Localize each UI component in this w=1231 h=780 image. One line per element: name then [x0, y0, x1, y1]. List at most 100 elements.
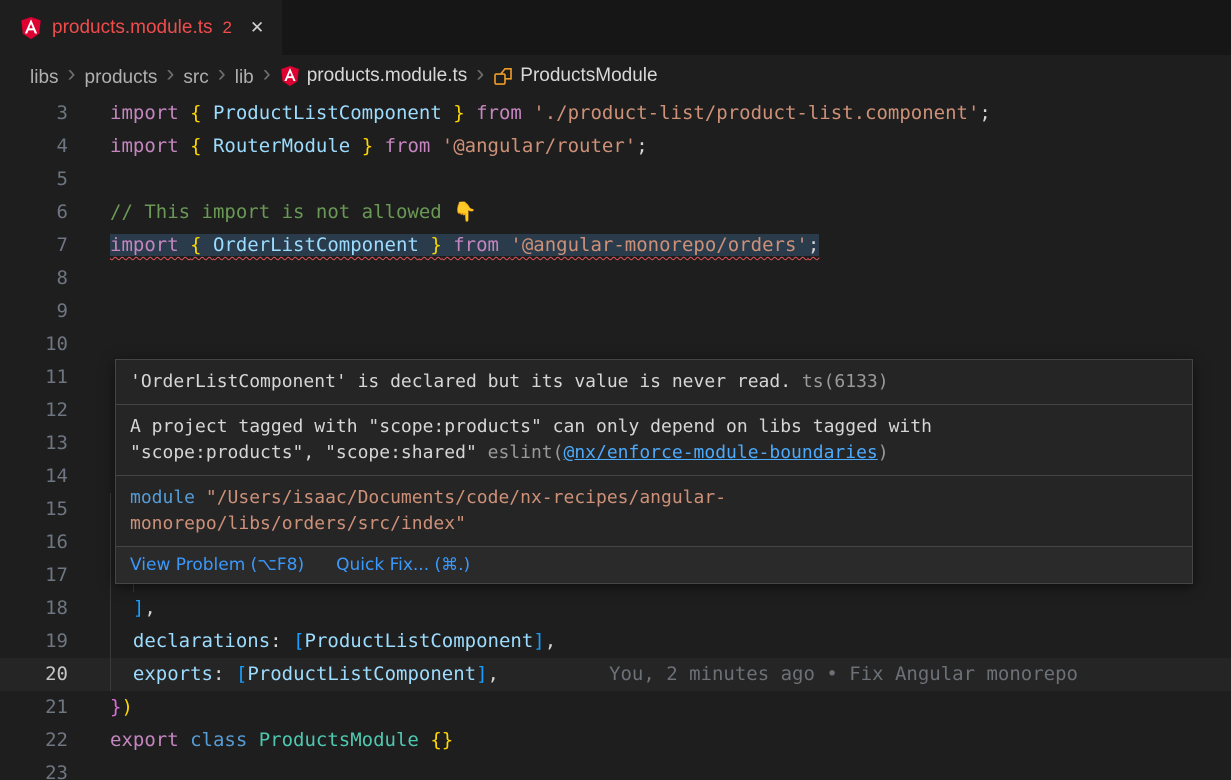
code-line[interactable]: 18 ],	[0, 592, 1231, 625]
line-number[interactable]: 21	[0, 691, 68, 724]
close-icon[interactable]: ✕	[250, 18, 264, 38]
code-line[interactable]: 19 declarations: [ProductListComponent],	[0, 625, 1231, 658]
code-token: // This import is not allowed	[110, 201, 453, 223]
editor: 3 import { ProductListComponent } from '.…	[0, 97, 1231, 780]
line-number[interactable]: 9	[0, 295, 68, 328]
line-number[interactable]: 3	[0, 97, 68, 130]
code-token: ProductListComponent	[247, 663, 476, 685]
code-token: class	[190, 729, 259, 751]
code-token: ,	[488, 663, 499, 685]
code-token: from	[465, 102, 534, 124]
hover-message: 'OrderListComponent' is declared but its…	[116, 360, 1192, 404]
code-token: import	[110, 135, 190, 157]
line-number[interactable]: 5	[0, 163, 68, 196]
view-problem-button[interactable]: View Problem (⌥F8)	[130, 555, 304, 575]
breadcrumb-item-products[interactable]: products	[85, 67, 158, 89]
code-line[interactable]: 21})	[0, 691, 1231, 724]
code-token: {	[190, 234, 213, 256]
code-token: RouterModule	[213, 135, 350, 157]
line-number[interactable]: 18	[0, 592, 68, 625]
breadcrumb: libs›products›src›lib› products.module.t…	[0, 55, 1231, 97]
code-line[interactable]: 7 import { OrderListComponent } from '@an…	[0, 229, 1231, 262]
hover-message: A project tagged with "scope:products" c…	[116, 404, 1192, 475]
line-number[interactable]: 4	[0, 130, 68, 163]
code-content	[110, 295, 1231, 328]
code-token: from	[373, 135, 442, 157]
indent-guide	[110, 658, 111, 691]
hover-token: ts(6133)	[791, 371, 889, 392]
line-number[interactable]: 23	[0, 757, 68, 780]
hover-token: eslint(	[488, 442, 564, 463]
code-text: // This import is not allowed 👇	[110, 201, 477, 223]
breadcrumb-item-symbol[interactable]: ProductsModule	[493, 65, 657, 87]
hover-message-line: "scope:products", "scope:shared" eslint(…	[130, 440, 1178, 466]
line-number[interactable]: 16	[0, 526, 68, 559]
chevron-right-icon: ›	[166, 60, 174, 87]
line-number[interactable]: 19	[0, 625, 68, 658]
code-token: import	[110, 102, 190, 124]
code-line[interactable]: 9	[0, 295, 1231, 328]
code-content: declarations: [ProductListComponent],	[110, 625, 1231, 658]
breadcrumb-item-file[interactable]: products.module.ts	[280, 65, 468, 87]
code-line[interactable]: 8	[0, 262, 1231, 295]
angular-icon	[20, 16, 42, 40]
code-content	[110, 757, 1231, 780]
hover-message-line: A project tagged with "scope:products" c…	[130, 414, 1178, 440]
quick-fix-button[interactable]: Quick Fix... (⌘.)	[336, 555, 470, 575]
editor-tab[interactable]: products.module.ts 2 ✕	[0, 0, 282, 55]
hover-actions: View Problem (⌥F8) Quick Fix... (⌘.)	[116, 546, 1192, 583]
eslint-rule-link[interactable]: @nx/enforce-module-boundaries	[563, 442, 877, 463]
code-text: import { ProductListComponent } from './…	[110, 102, 991, 124]
code-token: ,	[144, 597, 155, 619]
code-line[interactable]: 3 import { ProductListComponent } from '.…	[0, 97, 1231, 130]
hover-token: A project tagged with "scope:products" c…	[130, 416, 932, 437]
code-line[interactable]: 4 import { RouterModule } from '@angular/…	[0, 130, 1231, 163]
code-token: ,	[545, 630, 556, 652]
code-token: }	[350, 135, 373, 157]
code-content: import { RouterModule } from '@angular/r…	[110, 130, 1231, 163]
line-number[interactable]: 14	[0, 460, 68, 493]
code-token: 👇	[453, 201, 477, 223]
code-text: import { RouterModule } from '@angular/r…	[110, 135, 648, 157]
line-number[interactable]: 6	[0, 196, 68, 229]
line-number[interactable]: 10	[0, 328, 68, 361]
hover-sections: 'OrderListComponent' is declared but its…	[116, 360, 1192, 546]
line-number[interactable]: 8	[0, 262, 68, 295]
code-text: declarations: [ProductListComponent],	[110, 630, 556, 652]
code-line[interactable]: 6 // This import is not allowed 👇	[0, 196, 1231, 229]
line-number[interactable]: 12	[0, 394, 68, 427]
code-content: exports: [ProductListComponent],You, 2 m…	[110, 658, 1231, 691]
breadcrumb-item-lib[interactable]: lib	[235, 67, 254, 89]
code-line[interactable]: 23	[0, 757, 1231, 780]
code-token: ;	[979, 102, 990, 124]
class-symbol-icon	[493, 66, 513, 86]
code-token: ;	[808, 234, 819, 256]
line-number[interactable]: 15	[0, 493, 68, 526]
code-line[interactable]: 20 exports: [ProductListComponent],You, …	[0, 658, 1231, 691]
chevron-right-icon: ›	[68, 60, 76, 87]
hover-token: )	[878, 442, 889, 463]
code-line[interactable]: 22export class ProductsModule {}	[0, 724, 1231, 757]
line-number[interactable]: 22	[0, 724, 68, 757]
code-line[interactable]: 10	[0, 328, 1231, 361]
code-token: './product-list/product-list.component'	[533, 102, 979, 124]
line-number[interactable]: 13	[0, 427, 68, 460]
indent-guide	[110, 493, 111, 526]
code-content	[110, 328, 1231, 361]
breadcrumb-item-libs[interactable]: libs	[30, 67, 59, 89]
line-number[interactable]: 7	[0, 229, 68, 262]
code-token: }	[110, 696, 121, 718]
code-line[interactable]: 5	[0, 163, 1231, 196]
code-token: :	[213, 663, 236, 685]
tab-title: products.module.ts	[52, 17, 213, 39]
hover-message: module "/Users/isaac/Documents/code/nx-r…	[116, 475, 1192, 546]
code-token: [	[293, 630, 304, 652]
line-number[interactable]: 11	[0, 361, 68, 394]
line-number[interactable]: 20	[0, 658, 68, 691]
breadcrumb-item-src[interactable]: src	[183, 67, 208, 89]
code-content: import { OrderListComponent } from '@ang…	[110, 229, 1231, 262]
code-token: import	[110, 234, 190, 256]
tab-problems-badge: 2	[223, 18, 232, 38]
line-number[interactable]: 17	[0, 559, 68, 592]
chevron-right-icon: ›	[476, 62, 484, 86]
